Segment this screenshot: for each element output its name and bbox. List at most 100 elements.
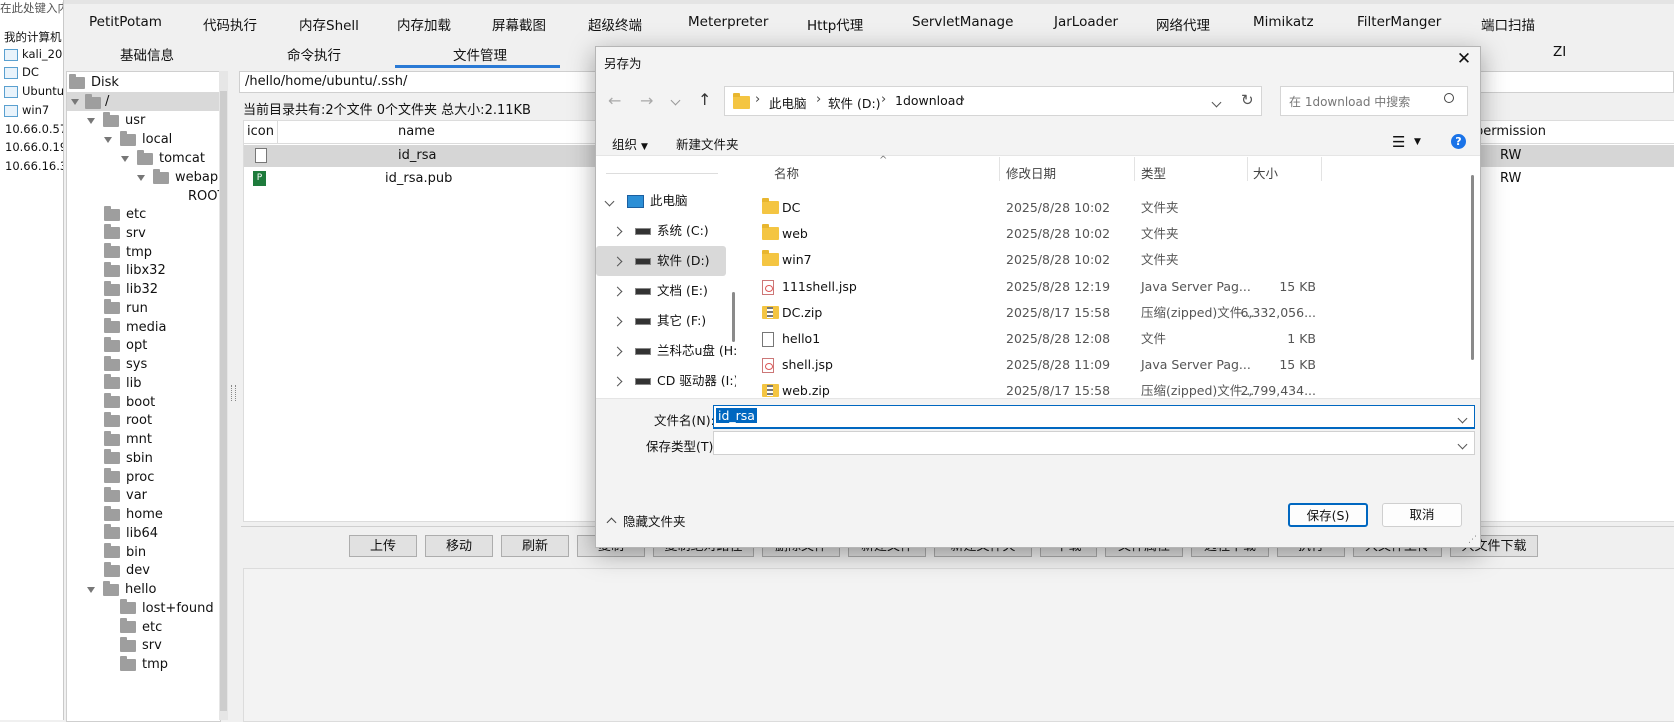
new-folder-button[interactable]: 新建文件夹: [676, 134, 739, 153]
expand-chevron-icon[interactable]: [612, 256, 623, 267]
dialog-file-row[interactable]: shell.jsp 2025/8/28 11:09 Java Server Pag.…: [746, 352, 1466, 378]
top-tab[interactable]: Meterpreter: [688, 14, 768, 30]
top-tab[interactable]: 超级终端: [588, 14, 642, 34]
dialog-file-row[interactable]: 111shell.jsp 2025/8/28 12:19 Java Server P…: [746, 274, 1466, 300]
top-tab[interactable]: 网络代理: [1156, 14, 1210, 34]
back-arrow-icon[interactable]: ←: [608, 91, 621, 110]
hide-folders-toggle[interactable]: 隐藏文件夹: [606, 511, 686, 530]
host-item[interactable]: kali_202: [4, 47, 63, 61]
tree-dir[interactable]: home: [104, 505, 163, 524]
dialog-file-row[interactable]: web.zip 2025/8/17 15:58 压缩(zipped)文件... 2,7…: [746, 378, 1466, 404]
tree-dir[interactable]: lib: [104, 374, 141, 393]
tree-dir[interactable]: srv: [104, 224, 146, 243]
expand-chevron-icon[interactable]: [612, 286, 623, 297]
tab-zip[interactable]: ZI: [1553, 44, 1566, 60]
save-button[interactable]: 保存(S): [1288, 503, 1368, 527]
filename-input[interactable]: id_rsa: [713, 405, 1475, 429]
tree-tomcat[interactable]: tomcat: [121, 149, 205, 168]
view-dropdown-icon[interactable]: ▼: [1414, 137, 1421, 147]
top-tab[interactable]: FilterManger: [1357, 14, 1441, 30]
top-tab[interactable]: PetitPotam: [89, 14, 162, 30]
tree-disk[interactable]: Disk: [69, 73, 119, 92]
file-list-scrollbar[interactable]: [1471, 175, 1474, 360]
expand-chevron-icon[interactable]: [604, 196, 615, 207]
tree-dir[interactable]: proc: [104, 468, 154, 487]
refresh-icon[interactable]: ↻: [1241, 91, 1254, 109]
address-history-chevron-icon[interactable]: [1211, 95, 1222, 110]
dialog-file-row[interactable]: DC.zip 2025/8/17 15:58 压缩(zipped)文件... 6,33…: [746, 300, 1466, 326]
top-tab[interactable]: 内存加载: [397, 14, 451, 34]
splitter-handle[interactable]: [231, 385, 236, 401]
nav-drive[interactable]: 系统 (C:): [596, 216, 726, 246]
address-bar[interactable]: › 此电脑 › 软件 (D:) › 1download › ↻: [724, 86, 1262, 116]
filename-dropdown-chevron-icon[interactable]: [1457, 411, 1468, 426]
tree-dir[interactable]: tmp: [104, 243, 152, 262]
search-box[interactable]: 在 1download 中搜索: [1280, 86, 1468, 116]
top-tab[interactable]: 代码执行: [203, 14, 257, 34]
expand-chevron-icon[interactable]: [612, 346, 623, 357]
action-button[interactable]: 刷新: [501, 535, 569, 557]
expand-icon[interactable]: [104, 136, 112, 143]
dialog-file-row[interactable]: web 2025/8/28 10:02 文件夹: [746, 221, 1466, 247]
tree-dir[interactable]: bin: [104, 543, 146, 562]
host-search-input[interactable]: 在此处键入内: [0, 0, 63, 16]
tree-dir[interactable]: sbin: [104, 449, 153, 468]
expand-chevron-icon[interactable]: [612, 226, 623, 237]
tree-dir[interactable]: media: [104, 318, 167, 337]
tab-basic-info[interactable]: 基础信息: [120, 44, 174, 64]
cancel-button[interactable]: 取消: [1382, 503, 1462, 527]
filetype-dropdown-chevron-icon[interactable]: [1457, 437, 1468, 452]
tree-local[interactable]: local: [104, 130, 172, 149]
tree-root-selected[interactable]: /: [67, 92, 220, 111]
host-item[interactable]: 10.66.16.30: [5, 159, 63, 173]
tab-command-exec[interactable]: 命令执行: [287, 44, 341, 64]
col-header-date[interactable]: 修改日期: [1006, 163, 1056, 182]
host-item[interactable]: Ubuntu: [4, 84, 63, 98]
tree-dir[interactable]: lib32: [104, 280, 158, 299]
dialog-file-row[interactable]: win7 2025/8/28 10:02 文件夹: [746, 247, 1466, 273]
col-icon-header[interactable]: icon: [247, 124, 274, 139]
tree-hello[interactable]: hello: [87, 580, 156, 599]
expand-icon[interactable]: [87, 586, 95, 593]
tree-dir[interactable]: dev: [104, 561, 150, 580]
host-item[interactable]: 10.66.0.19: [5, 140, 63, 154]
filetype-select[interactable]: [713, 431, 1475, 455]
expand-icon[interactable]: [71, 99, 79, 105]
col-header-name[interactable]: 名称: [774, 163, 799, 182]
top-tab[interactable]: 内存Shell: [299, 14, 359, 34]
top-tab[interactable]: JarLoader: [1054, 14, 1118, 30]
tree-dir[interactable]: srv: [120, 636, 162, 655]
view-list-icon[interactable]: ☰: [1392, 133, 1405, 151]
top-tab[interactable]: Mimikatz: [1253, 14, 1314, 30]
tree-dir[interactable]: etc: [120, 618, 162, 637]
up-arrow-icon[interactable]: ↑: [698, 90, 711, 109]
nav-this-pc[interactable]: 此电脑: [604, 186, 688, 216]
host-tree-root[interactable]: 我的计算机: [4, 29, 62, 45]
host-item[interactable]: win7: [4, 103, 49, 117]
nav-drive[interactable]: 文档 (E:): [596, 276, 726, 306]
col-header-type[interactable]: 类型: [1141, 163, 1166, 182]
breadcrumb-1download[interactable]: 1download: [895, 93, 963, 108]
top-tab[interactable]: 端口扫描: [1481, 14, 1535, 34]
tree-dir[interactable]: tmp: [120, 655, 168, 674]
nav-drive[interactable]: 兰科芯u盘 (H:: [596, 336, 736, 366]
tree-webapps[interactable]: webapps: [137, 168, 220, 187]
expand-chevron-icon[interactable]: [612, 376, 623, 387]
tree-dir[interactable]: root: [104, 411, 152, 430]
tree-dir[interactable]: etc: [104, 205, 146, 224]
breadcrumb-this-pc[interactable]: 此电脑: [769, 93, 807, 112]
tree-root-dir[interactable]: ROOT: [188, 187, 220, 206]
tree-dir[interactable]: run: [104, 299, 148, 318]
tab-file-manager[interactable]: 文件管理: [453, 44, 507, 64]
host-item[interactable]: 10.66.0.57: [5, 122, 63, 136]
search-icon[interactable]: [1444, 93, 1454, 103]
tree-dir[interactable]: lost+found: [120, 599, 214, 618]
top-tab[interactable]: ServletManage: [912, 14, 1013, 30]
tree-dir[interactable]: mnt: [104, 430, 152, 449]
expand-icon[interactable]: [137, 174, 145, 181]
tree-dir[interactable]: sys: [104, 355, 147, 374]
tree-dir[interactable]: opt: [104, 336, 147, 355]
expand-icon[interactable]: [121, 155, 129, 162]
forward-arrow-icon[interactable]: →: [640, 91, 653, 110]
help-icon[interactable]: ?: [1451, 134, 1466, 149]
